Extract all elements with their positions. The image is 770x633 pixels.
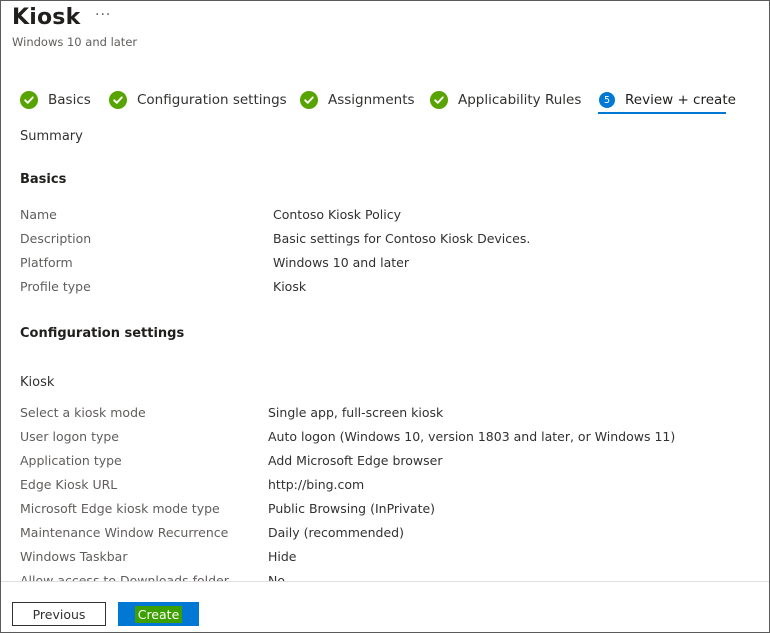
step-label: Basics (48, 92, 91, 108)
summary-row: Select a kiosk mode Single app, full-scr… (1, 405, 769, 425)
row-value: Kiosk (273, 279, 307, 294)
step-assignments[interactable]: Assignments (300, 87, 415, 113)
summary-row: Maintenance Window Recurrence Daily (rec… (1, 525, 769, 545)
summary-row: User logon type Auto logon (Windows 10, … (1, 429, 769, 449)
row-key: Application type (20, 453, 122, 468)
create-button-label: Create (134, 605, 183, 623)
basics-heading: Basics (20, 172, 67, 187)
more-options-icon[interactable]: ··· (95, 7, 111, 23)
row-value: Single app, full-screen kiosk (268, 405, 444, 420)
row-value: Daily (recommended) (268, 525, 404, 540)
row-key: Platform (20, 255, 73, 270)
step-number-badge: 5 (599, 92, 615, 108)
footer-bar: Previous Create (1, 581, 769, 632)
checkmark-icon (300, 91, 318, 109)
summary-row: Profile type Kiosk (1, 279, 769, 299)
row-value: http://bing.com (268, 477, 365, 492)
summary-row: Application type Add Microsoft Edge brow… (1, 453, 769, 473)
row-value: Public Browsing (InPrivate) (268, 501, 436, 516)
summary-row: Microsoft Edge kiosk mode type Public Br… (1, 501, 769, 521)
row-key: User logon type (20, 429, 119, 444)
review-create-pane: Kiosk ··· Windows 10 and later Basics Co… (0, 0, 770, 633)
summary-label: Summary (20, 129, 83, 144)
row-key: Edge Kiosk URL (20, 477, 118, 492)
summary-row: Description Basic settings for Contoso K… (1, 231, 769, 251)
row-value: Auto logon (Windows 10, version 1803 and… (268, 429, 676, 444)
summary-row: Name Contoso Kiosk Policy (1, 207, 769, 227)
row-value: Basic settings for Contoso Kiosk Devices… (273, 231, 531, 246)
row-key: Maintenance Window Recurrence (20, 525, 229, 540)
step-configuration-settings[interactable]: Configuration settings (109, 87, 287, 113)
kiosk-subheading: Kiosk (20, 375, 55, 390)
step-applicability-rules[interactable]: Applicability Rules (430, 87, 581, 113)
checkmark-icon (109, 91, 127, 109)
row-key: Profile type (20, 279, 91, 294)
step-label: Review + create (625, 92, 736, 108)
step-label: Applicability Rules (458, 92, 582, 108)
step-label: Assignments (328, 92, 415, 108)
summary-row: Edge Kiosk URL http://bing.com (1, 477, 769, 497)
step-basics[interactable]: Basics (20, 87, 91, 113)
row-value: Contoso Kiosk Policy (273, 207, 401, 222)
create-button[interactable]: Create (118, 602, 199, 626)
row-key: Description (20, 231, 92, 246)
row-key: Name (20, 207, 57, 222)
row-key: Microsoft Edge kiosk mode type (20, 501, 220, 516)
summary-row: Windows Taskbar Hide (1, 549, 769, 569)
page-subtitle: Windows 10 and later (12, 35, 138, 49)
checkmark-icon (20, 91, 38, 109)
configuration-settings-heading: Configuration settings (20, 326, 185, 341)
step-label: Configuration settings (137, 92, 287, 108)
row-key: Select a kiosk mode (20, 405, 146, 420)
previous-button[interactable]: Previous (12, 602, 106, 626)
row-value: Hide (268, 549, 297, 564)
summary-row: Platform Windows 10 and later (1, 255, 769, 275)
row-key: Windows Taskbar (20, 549, 128, 564)
row-value: Windows 10 and later (273, 255, 410, 270)
page-title: Kiosk (12, 5, 81, 30)
step-review-create[interactable]: 5 Review + create (599, 87, 736, 113)
row-value: Add Microsoft Edge browser (268, 453, 443, 468)
active-step-indicator (598, 112, 726, 114)
checkmark-icon (430, 91, 448, 109)
